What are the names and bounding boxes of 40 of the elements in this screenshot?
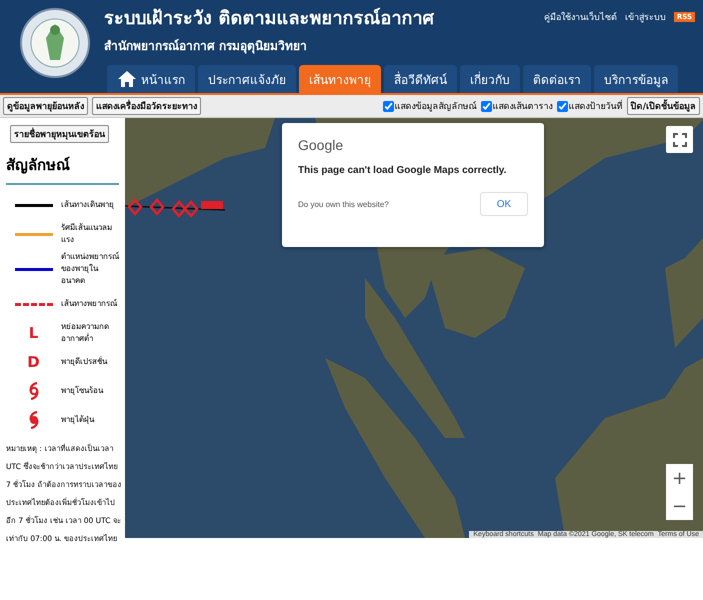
legend-label: รัศมีเส้นแนวลมแรง [61, 222, 113, 246]
checkbox[interactable] [480, 100, 492, 112]
nav-tab[interactable]: สื่อวีดีทัศน์ [384, 65, 457, 93]
legend-heading: สัญลักษณ์ [6, 153, 119, 185]
nav-tab[interactable]: หน้าแรก [107, 65, 195, 93]
checkbox[interactable] [382, 100, 394, 112]
storm-list-button[interactable]: รายชื่อพายุหมุนเขตร้อน [10, 125, 109, 143]
dialog-message: This page can't load Google Maps correctly. [298, 165, 508, 176]
site-title: ระบบเฝ้าระวัง ติดตามและพยากรณ์อากาศ [104, 6, 434, 31]
legend-label: พายุดีเปรสชั่น [61, 356, 107, 368]
legend-label: พายุไต้ฝุ่น [61, 414, 94, 426]
storm-icon [28, 382, 40, 400]
nav-tab[interactable]: ติดต่อเรา [523, 65, 591, 93]
toolbar-button[interactable]: ดูข้อมูลพายุย้อนหลัง [3, 97, 88, 115]
legend-label: เส้นทางเดินพายุ [61, 199, 114, 211]
dialog-brand: Google [298, 137, 344, 153]
layers-toggle-button[interactable]: ปิด/เปิดชั้นข้อมูล [626, 97, 700, 115]
nav-tab[interactable]: ประกาศแจ้งภัย [198, 65, 296, 93]
toolbar-button[interactable]: แสดงเครื่องมือวัดระยะทาง [92, 97, 201, 115]
fullscreen-icon [672, 132, 686, 146]
dialog-question: Do you own this website? [298, 200, 389, 208]
fullscreen-button[interactable] [666, 126, 693, 153]
legend-label: หย่อมความกดอากาศต่ำ [61, 321, 110, 345]
legend-label: ตำแหน่งพยากรณ์ของพายุในอนาคต [61, 251, 119, 287]
nav-tab[interactable]: เกี่ยวกับ [460, 65, 520, 93]
typhoon-icon [28, 411, 40, 429]
legend-label: พายุโซนร้อน [61, 385, 103, 397]
checkbox-label: แสดงเส้นตาราง [492, 100, 553, 113]
symbol-letter: L [28, 324, 38, 342]
legend-label: เส้นทางพยากรณ์ [61, 298, 117, 310]
symbol-letter: D [27, 353, 40, 371]
site-subtitle: สำนักพยากรณ์อากาศ กรมอุตุนิยมวิทยา [104, 38, 308, 55]
nav-tab[interactable]: บริการข้อมูล [594, 65, 678, 93]
checkbox[interactable] [556, 100, 568, 112]
ok-button[interactable]: OK [480, 192, 528, 216]
header-link[interactable]: คู่มือใช้งานเว็บไซต์ [544, 10, 617, 24]
emblem-logo [20, 8, 90, 78]
checkbox-label: แสดงข้อมูลสัญลักษณ์ [394, 100, 477, 113]
header-link[interactable]: เข้าสู่ระบบ [624, 10, 666, 24]
checkbox-label: แสดงป้ายวันที่ [568, 99, 623, 113]
